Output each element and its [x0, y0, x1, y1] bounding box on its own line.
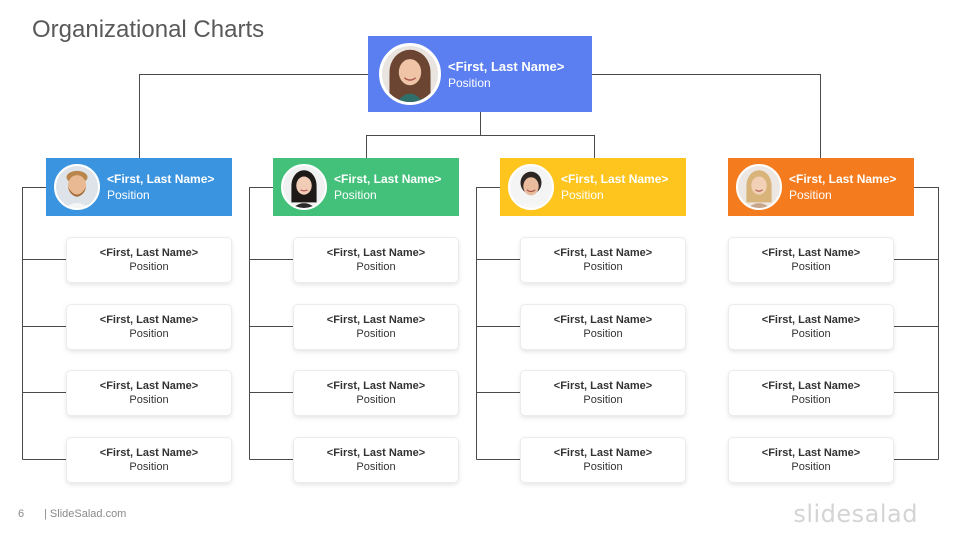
report-name: <First, Last Name> — [326, 314, 426, 326]
report-name: <First, Last Name> — [326, 447, 426, 459]
manager-name: <First, Last Name> — [561, 172, 669, 186]
manager-card[interactable]: <First, Last Name> Position — [273, 158, 459, 216]
report-card[interactable]: <First, Last Name> Position — [293, 304, 459, 350]
report-card[interactable]: <First, Last Name> Position — [728, 437, 894, 483]
report-name: <First, Last Name> — [761, 447, 861, 459]
manager-position: Position — [789, 188, 832, 202]
page-number: 6 — [18, 508, 25, 520]
manager-position: Position — [334, 188, 377, 202]
report-position: Position — [356, 328, 396, 340]
top-person-name: <First, Last Name> — [448, 58, 565, 74]
report-position: Position — [583, 328, 623, 340]
report-card[interactable]: <First, Last Name> Position — [293, 437, 459, 483]
footer-site: | SlideSalad.com — [44, 508, 127, 520]
report-name: <First, Last Name> — [553, 314, 653, 326]
report-card[interactable]: <First, Last Name> Position — [728, 370, 894, 416]
report-position: Position — [356, 394, 396, 406]
connector-manager-3-reports — [476, 259, 520, 460]
manager-card[interactable]: <First, Last Name> Position — [46, 158, 232, 216]
report-position: Position — [791, 461, 831, 473]
connector-manager-1-spine — [22, 187, 46, 460]
manager-position: Position — [561, 188, 604, 202]
report-card[interactable]: <First, Last Name> Position — [520, 304, 686, 350]
woman-dark-hair-icon — [281, 164, 327, 210]
report-name: <First, Last Name> — [761, 314, 861, 326]
connector-manager-2-spine — [249, 187, 273, 460]
connector-manager-3-spine — [476, 187, 500, 460]
woman-curly-hair-icon — [379, 43, 441, 105]
woman-smiling-icon — [508, 164, 554, 210]
bearded-man-icon — [54, 164, 100, 210]
report-card[interactable]: <First, Last Name> Position — [520, 370, 686, 416]
manager-position: Position — [107, 188, 150, 202]
manager-name: <First, Last Name> — [107, 172, 215, 186]
report-position: Position — [791, 394, 831, 406]
report-name: <First, Last Name> — [99, 447, 199, 459]
report-position: Position — [356, 261, 396, 273]
connector-manager-4-reports — [894, 259, 939, 460]
report-name: <First, Last Name> — [553, 380, 653, 392]
report-card[interactable]: <First, Last Name> Position — [66, 370, 232, 416]
report-card[interactable]: <First, Last Name> Position — [293, 237, 459, 283]
report-name: <First, Last Name> — [326, 380, 426, 392]
report-name: <First, Last Name> — [99, 314, 199, 326]
connector-manager-2-reports — [249, 259, 293, 460]
report-position: Position — [583, 261, 623, 273]
report-name: <First, Last Name> — [326, 247, 426, 259]
report-card[interactable]: <First, Last Name> Position — [728, 304, 894, 350]
report-position: Position — [583, 461, 623, 473]
manager-name: <First, Last Name> — [334, 172, 442, 186]
report-position: Position — [129, 461, 169, 473]
top-person-card[interactable]: <First, Last Name> Position — [368, 36, 592, 112]
brand-logo: slidesalad — [793, 500, 918, 528]
report-name: <First, Last Name> — [99, 380, 199, 392]
report-position: Position — [791, 328, 831, 340]
report-name: <First, Last Name> — [99, 247, 199, 259]
connector-top-to-managers-2-3 — [366, 135, 595, 158]
report-card[interactable]: <First, Last Name> Position — [520, 437, 686, 483]
report-position: Position — [129, 328, 169, 340]
connector-top-to-manager-1 — [139, 74, 368, 158]
report-card[interactable]: <First, Last Name> Position — [520, 237, 686, 283]
report-name: <First, Last Name> — [761, 380, 861, 392]
report-position: Position — [356, 461, 396, 473]
connector-manager-4-spine — [914, 187, 939, 460]
report-card[interactable]: <First, Last Name> Position — [66, 304, 232, 350]
woman-blonde-hair-icon — [736, 164, 782, 210]
report-name: <First, Last Name> — [761, 247, 861, 259]
report-position: Position — [129, 394, 169, 406]
report-card[interactable]: <First, Last Name> Position — [66, 437, 232, 483]
manager-name: <First, Last Name> — [789, 172, 897, 186]
report-name: <First, Last Name> — [553, 447, 653, 459]
report-name: <First, Last Name> — [553, 247, 653, 259]
top-person-position: Position — [448, 75, 491, 90]
connector-top-to-manager-4 — [592, 74, 821, 158]
connector-manager-1-reports — [22, 259, 66, 460]
manager-card[interactable]: <First, Last Name> Position — [728, 158, 914, 216]
report-position: Position — [791, 261, 831, 273]
report-card[interactable]: <First, Last Name> Position — [293, 370, 459, 416]
report-card[interactable]: <First, Last Name> Position — [728, 237, 894, 283]
report-card[interactable]: <First, Last Name> Position — [66, 237, 232, 283]
manager-card[interactable]: <First, Last Name> Position — [500, 158, 686, 216]
report-position: Position — [129, 261, 169, 273]
report-position: Position — [583, 394, 623, 406]
